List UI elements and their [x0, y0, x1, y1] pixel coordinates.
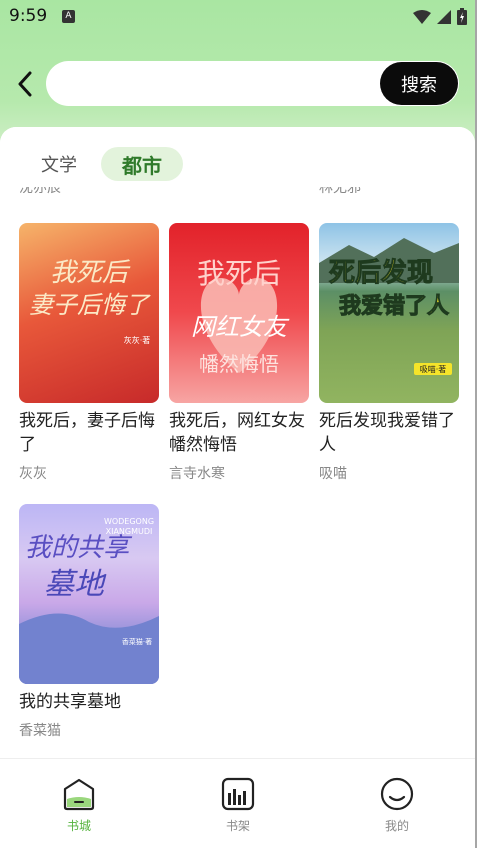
- nav-bookstore[interactable]: 书城: [49, 777, 109, 834]
- cover-art: 死后发现 我爱错了人 吸喵·著: [319, 238, 459, 375]
- book-author: 灰灰: [19, 466, 47, 482]
- svg-text:墓地: 墓地: [44, 567, 107, 602]
- nav-label: 我的: [384, 819, 409, 833]
- svg-text:WODEGONG: WODEGONG: [104, 517, 154, 526]
- svg-text:网红女友: 网红女友: [191, 313, 290, 341]
- cover-art: 我死后 网红女友 幡然悔悟: [191, 257, 290, 376]
- content-panel: 文学 都市 沈亦辰 林无邪 我死后 妻子后悔了 灰灰·著 我死后，妻子后悔了 灰…: [0, 127, 475, 848]
- book-author: 吸喵: [319, 466, 347, 482]
- svg-text:我死后: 我死后: [197, 257, 281, 290]
- svg-text:妻子后悔了: 妻子后悔了: [29, 291, 151, 319]
- bottom-nav: 书城 书架 我的: [0, 758, 475, 848]
- book-cover: 我的共享 墓地 WODEGONG XIANGMUDI 香菜猫·著: [19, 504, 159, 684]
- svg-text:我的共享: 我的共享: [25, 533, 133, 563]
- status-icons: [413, 8, 467, 25]
- book-cover: 我死后 妻子后悔了 灰灰·著: [19, 223, 159, 403]
- search-button[interactable]: 搜索: [380, 62, 458, 105]
- profile-icon: [380, 777, 414, 811]
- book-author: 言寺水寒: [169, 466, 225, 482]
- category-tabs: 文学 都市: [0, 127, 475, 187]
- nav-bookshelf[interactable]: 书架: [208, 777, 268, 834]
- book-title: 我的共享墓地: [19, 692, 121, 712]
- svg-text:我死后: 我死后: [50, 258, 131, 288]
- notification-icon: A: [62, 10, 75, 23]
- back-button[interactable]: [10, 68, 40, 100]
- book-cover: 我死后 网红女友 幡然悔悟: [169, 223, 309, 403]
- svg-text:灰灰·著: 灰灰·著: [124, 335, 151, 345]
- svg-text:香菜猫·著: 香菜猫·著: [122, 637, 152, 646]
- nav-label: 书架: [225, 819, 250, 833]
- svg-text:我爱错了人: 我爱错了人: [339, 293, 449, 319]
- svg-text:吸喵·著: 吸喵·著: [420, 364, 447, 374]
- chevron-left-icon: [18, 71, 32, 97]
- battery-icon: [457, 8, 467, 25]
- nav-label: 书城: [66, 819, 91, 833]
- book-title: 死后发现我爱错了人: [319, 411, 455, 455]
- svg-text:死后发现: 死后发现: [329, 257, 433, 288]
- status-bar: 9:59 A: [0, 0, 477, 34]
- svg-text:XIANGMUDI: XIANGMUDI: [106, 527, 153, 536]
- cover-art: 我的共享 墓地 WODEGONG XIANGMUDI 香菜猫·著: [19, 517, 159, 684]
- nav-profile[interactable]: 我的: [367, 777, 427, 834]
- book-card[interactable]: 死后发现 我爱错了人 吸喵·著 死后发现我爱错了人 吸喵: [319, 223, 459, 483]
- bookshelf-icon: [221, 777, 255, 811]
- wifi-icon: [413, 9, 431, 24]
- book-card[interactable]: 我死后 妻子后悔了 灰灰·著 我死后，妻子后悔了 灰灰: [19, 223, 159, 483]
- bookstore-icon: [63, 778, 95, 811]
- tab-city[interactable]: 都市: [101, 147, 183, 181]
- book-cover: 死后发现 我爱错了人 吸喵·著: [319, 223, 459, 403]
- tab-literature[interactable]: 文学: [28, 147, 90, 181]
- search-input[interactable]: [64, 61, 364, 106]
- cover-art: 我死后 妻子后悔了 灰灰·著: [29, 258, 151, 345]
- book-title: 我死后，妻子后悔了: [19, 411, 155, 455]
- book-card[interactable]: 我死后 网红女友 幡然悔悟 我死后，网红女友幡然悔悟 言寺水寒: [169, 223, 309, 483]
- signal-icon: [437, 9, 451, 24]
- book-author: 香菜猫: [19, 723, 61, 739]
- book-title: 我死后，网红女友幡然悔悟: [169, 411, 305, 455]
- book-card[interactable]: 我的共享 墓地 WODEGONG XIANGMUDI 香菜猫·著 我的共享墓地 …: [19, 504, 159, 740]
- search-bar: 搜索: [46, 61, 459, 106]
- status-time: 9:59: [9, 6, 48, 26]
- svg-text:幡然悔悟: 幡然悔悟: [199, 352, 279, 376]
